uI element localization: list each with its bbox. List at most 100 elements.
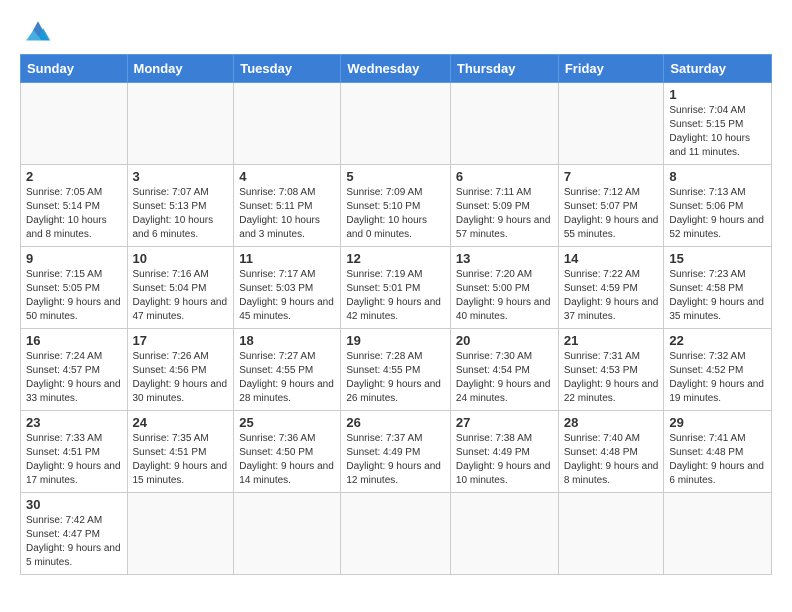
calendar-cell xyxy=(558,493,664,575)
weekday-header-wednesday: Wednesday xyxy=(341,55,451,83)
day-number: 29 xyxy=(669,415,766,430)
calendar-cell: 28Sunrise: 7:40 AM Sunset: 4:48 PM Dayli… xyxy=(558,411,664,493)
day-info: Sunrise: 7:27 AM Sunset: 4:55 PM Dayligh… xyxy=(239,350,335,406)
calendar-cell xyxy=(664,493,772,575)
calendar-cell xyxy=(127,493,234,575)
calendar-cell: 16 Sunrise: 7:24 AM Sunset: 4:57 PM Dayli… xyxy=(21,329,128,411)
calendar-cell xyxy=(21,83,128,165)
day-number: 25 xyxy=(239,415,335,430)
day-number: 16 xyxy=(26,333,122,348)
day-info: Sunrise: 7:37 AM Sunset: 4:49 PM Dayligh… xyxy=(346,432,445,488)
calendar-cell: 24Sunrise: 7:35 AM Sunset: 4:51 PM Dayli… xyxy=(127,411,234,493)
calendar-week-row: 1 Sunrise: 7:04 AM Sunset: 5:15 PM Daylig… xyxy=(21,83,772,165)
day-info: Sunrise: 7:23 AM Sunset: 4:58 PM Dayligh… xyxy=(669,268,766,324)
day-info: Sunrise: 7:41 AM Sunset: 4:48 PM Dayligh… xyxy=(669,432,766,488)
calendar-cell xyxy=(558,83,664,165)
day-number: 26 xyxy=(346,415,445,430)
day-number: 20 xyxy=(456,333,553,348)
calendar-cell: 3 Sunrise: 7:07 AM Sunset: 5:13 PM Daylig… xyxy=(127,165,234,247)
day-number: 30 xyxy=(26,497,122,512)
day-info: Sunrise: 7:32 AM Sunset: 4:52 PM Dayligh… xyxy=(669,350,766,406)
calendar-cell xyxy=(341,83,451,165)
day-number: 5 xyxy=(346,169,445,184)
calendar-week-row: 23Sunrise: 7:33 AM Sunset: 4:51 PM Dayli… xyxy=(21,411,772,493)
weekday-header-tuesday: Tuesday xyxy=(234,55,341,83)
calendar-cell: 7 Sunrise: 7:12 AM Sunset: 5:07 PM Daylig… xyxy=(558,165,664,247)
day-info: Sunrise: 7:19 AM Sunset: 5:01 PM Dayligh… xyxy=(346,268,445,324)
calendar-cell: 19 Sunrise: 7:28 AM Sunset: 4:55 PM Dayli… xyxy=(341,329,451,411)
day-info: Sunrise: 7:26 AM Sunset: 4:56 PM Dayligh… xyxy=(133,350,229,406)
day-number: 1 xyxy=(669,87,766,102)
day-number: 19 xyxy=(346,333,445,348)
day-number: 22 xyxy=(669,333,766,348)
calendar-cell: 21Sunrise: 7:31 AM Sunset: 4:53 PM Dayli… xyxy=(558,329,664,411)
day-info: Sunrise: 7:09 AM Sunset: 5:10 PM Dayligh… xyxy=(346,186,445,242)
day-info: Sunrise: 7:24 AM Sunset: 4:57 PM Dayligh… xyxy=(26,350,122,406)
calendar-cell: 27 Sunrise: 7:38 AM Sunset: 4:49 PM Dayli… xyxy=(450,411,558,493)
day-info: Sunrise: 7:12 AM Sunset: 5:07 PM Dayligh… xyxy=(564,186,659,242)
calendar-cell xyxy=(450,493,558,575)
day-info: Sunrise: 7:04 AM Sunset: 5:15 PM Dayligh… xyxy=(669,104,766,160)
calendar-week-row: 9Sunrise: 7:15 AM Sunset: 5:05 PM Daylig… xyxy=(21,247,772,329)
day-number: 7 xyxy=(564,169,659,184)
calendar-cell: 14 Sunrise: 7:22 AM Sunset: 4:59 PM Dayli… xyxy=(558,247,664,329)
calendar-week-row: 2Sunrise: 7:05 AM Sunset: 5:14 PM Daylig… xyxy=(21,165,772,247)
calendar-cell xyxy=(127,83,234,165)
weekday-header-row: SundayMondayTuesdayWednesdayThursdayFrid… xyxy=(21,55,772,83)
header xyxy=(20,16,772,44)
calendar-cell: 12 Sunrise: 7:19 AM Sunset: 5:01 PM Dayli… xyxy=(341,247,451,329)
day-number: 28 xyxy=(564,415,659,430)
calendar-cell: 17 Sunrise: 7:26 AM Sunset: 4:56 PM Dayli… xyxy=(127,329,234,411)
day-number: 2 xyxy=(26,169,122,184)
day-info: Sunrise: 7:11 AM Sunset: 5:09 PM Dayligh… xyxy=(456,186,553,242)
calendar-cell: 2Sunrise: 7:05 AM Sunset: 5:14 PM Daylig… xyxy=(21,165,128,247)
calendar-cell: 10Sunrise: 7:16 AM Sunset: 5:04 PM Dayli… xyxy=(127,247,234,329)
day-info: Sunrise: 7:08 AM Sunset: 5:11 PM Dayligh… xyxy=(239,186,335,242)
day-number: 17 xyxy=(133,333,229,348)
day-number: 27 xyxy=(456,415,553,430)
calendar-cell: 30Sunrise: 7:42 AM Sunset: 4:47 PM Dayli… xyxy=(21,493,128,575)
calendar-cell: 6 Sunrise: 7:11 AM Sunset: 5:09 PM Daylig… xyxy=(450,165,558,247)
logo xyxy=(20,16,60,44)
day-number: 15 xyxy=(669,251,766,266)
day-info: Sunrise: 7:17 AM Sunset: 5:03 PM Dayligh… xyxy=(239,268,335,324)
day-info: Sunrise: 7:35 AM Sunset: 4:51 PM Dayligh… xyxy=(133,432,229,488)
day-info: Sunrise: 7:22 AM Sunset: 4:59 PM Dayligh… xyxy=(564,268,659,324)
weekday-header-friday: Friday xyxy=(558,55,664,83)
day-number: 3 xyxy=(133,169,229,184)
day-number: 14 xyxy=(564,251,659,266)
calendar-cell: 20 Sunrise: 7:30 AM Sunset: 4:54 PM Dayli… xyxy=(450,329,558,411)
calendar-cell: 29 Sunrise: 7:41 AM Sunset: 4:48 PM Dayli… xyxy=(664,411,772,493)
calendar-cell: 11 Sunrise: 7:17 AM Sunset: 5:03 PM Dayli… xyxy=(234,247,341,329)
calendar-cell: 23Sunrise: 7:33 AM Sunset: 4:51 PM Dayli… xyxy=(21,411,128,493)
weekday-header-monday: Monday xyxy=(127,55,234,83)
day-number: 11 xyxy=(239,251,335,266)
calendar-cell: 5 Sunrise: 7:09 AM Sunset: 5:10 PM Daylig… xyxy=(341,165,451,247)
day-number: 4 xyxy=(239,169,335,184)
day-number: 12 xyxy=(346,251,445,266)
weekday-header-sunday: Sunday xyxy=(21,55,128,83)
weekday-header-thursday: Thursday xyxy=(450,55,558,83)
day-number: 6 xyxy=(456,169,553,184)
day-number: 10 xyxy=(133,251,229,266)
calendar-cell: 13Sunrise: 7:20 AM Sunset: 5:00 PM Dayli… xyxy=(450,247,558,329)
day-info: Sunrise: 7:30 AM Sunset: 4:54 PM Dayligh… xyxy=(456,350,553,406)
day-info: Sunrise: 7:31 AM Sunset: 4:53 PM Dayligh… xyxy=(564,350,659,406)
day-number: 13 xyxy=(456,251,553,266)
day-info: Sunrise: 7:15 AM Sunset: 5:05 PM Dayligh… xyxy=(26,268,122,324)
day-info: Sunrise: 7:28 AM Sunset: 4:55 PM Dayligh… xyxy=(346,350,445,406)
calendar-cell: 18 Sunrise: 7:27 AM Sunset: 4:55 PM Dayli… xyxy=(234,329,341,411)
day-info: Sunrise: 7:07 AM Sunset: 5:13 PM Dayligh… xyxy=(133,186,229,242)
day-info: Sunrise: 7:36 AM Sunset: 4:50 PM Dayligh… xyxy=(239,432,335,488)
calendar-cell xyxy=(450,83,558,165)
calendar-week-row: 16 Sunrise: 7:24 AM Sunset: 4:57 PM Dayli… xyxy=(21,329,772,411)
calendar-cell: 25 Sunrise: 7:36 AM Sunset: 4:50 PM Dayli… xyxy=(234,411,341,493)
calendar-cell xyxy=(234,493,341,575)
day-number: 18 xyxy=(239,333,335,348)
calendar-table: SundayMondayTuesdayWednesdayThursdayFrid… xyxy=(20,54,772,575)
day-info: Sunrise: 7:38 AM Sunset: 4:49 PM Dayligh… xyxy=(456,432,553,488)
calendar-cell: 4 Sunrise: 7:08 AM Sunset: 5:11 PM Daylig… xyxy=(234,165,341,247)
calendar-cell: 22 Sunrise: 7:32 AM Sunset: 4:52 PM Dayli… xyxy=(664,329,772,411)
calendar-cell: 1 Sunrise: 7:04 AM Sunset: 5:15 PM Daylig… xyxy=(664,83,772,165)
calendar-cell: 9Sunrise: 7:15 AM Sunset: 5:05 PM Daylig… xyxy=(21,247,128,329)
